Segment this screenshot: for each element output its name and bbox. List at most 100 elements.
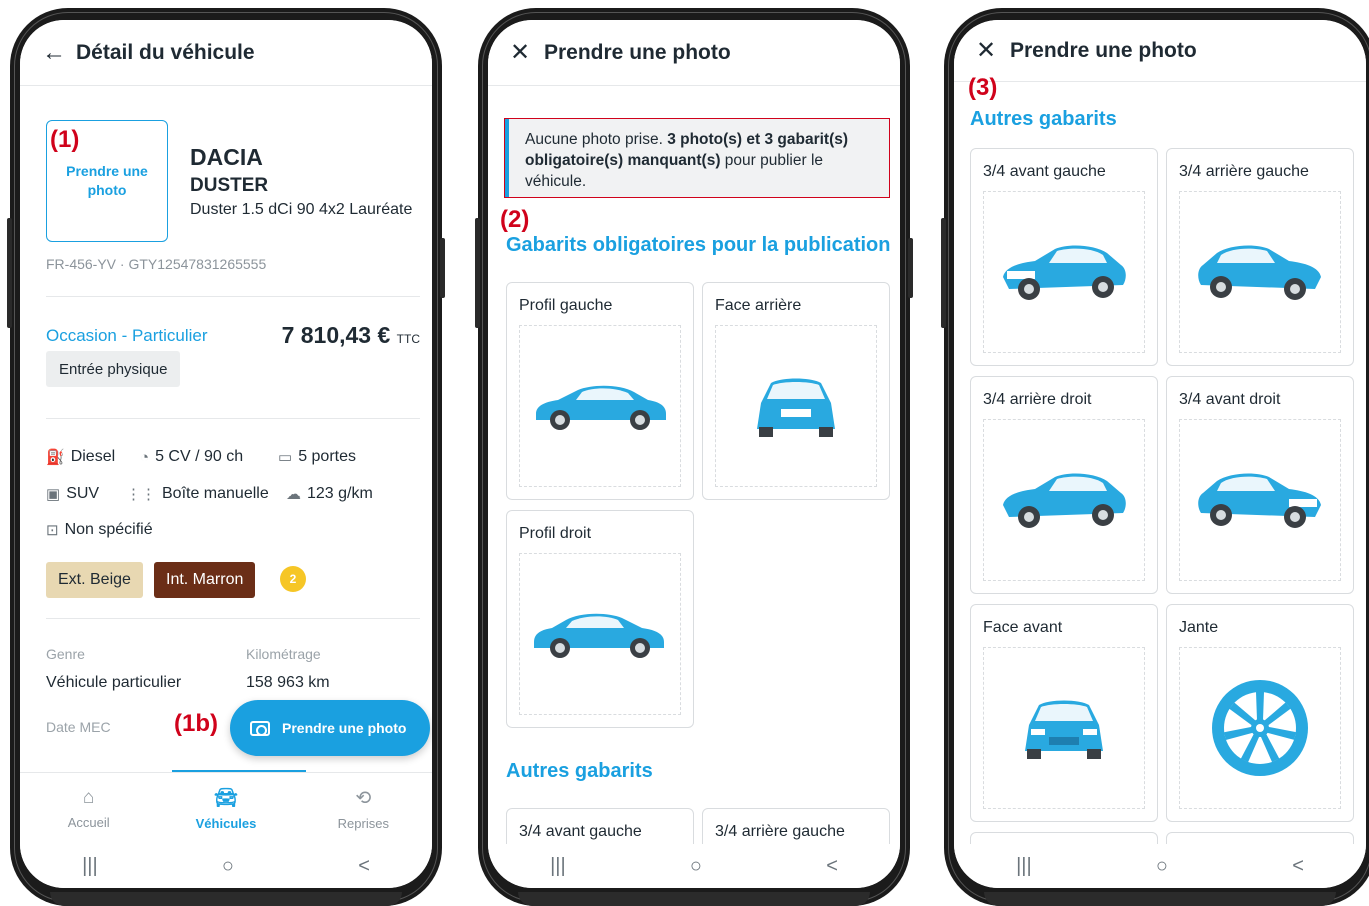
home-button-icon[interactable]: ○ [1156, 855, 1168, 878]
back-arrow-icon[interactable]: ← [42, 40, 76, 65]
spec-power: ◔ 5 CV / 90 ch [140, 448, 243, 466]
mandatory-templates-title: Gabarits obligatoires pour la publicatio… [506, 234, 891, 256]
car-side-left-icon [536, 385, 666, 430]
annotation-3: (3) [968, 74, 998, 101]
template-card-profil-gauche[interactable]: Profil gauche [506, 282, 694, 500]
template-card-label: 3/4 avant gauche [983, 163, 1106, 180]
template-card-3-4-arriere-gauche[interactable]: 3/4 arrière gauche [1166, 148, 1354, 366]
screen-take-photo-mandatory: ✕ Prendre une photo Aucune photo prise. … [488, 20, 900, 888]
template-card-label: 3/4 arrière droit [983, 391, 1092, 408]
back-button-icon[interactable]: < [358, 855, 370, 878]
close-icon[interactable]: ✕ [976, 38, 1010, 63]
price-unit: TTC [396, 332, 420, 346]
interior-color-chip: Int. Marron [154, 562, 256, 598]
vehicle-model: DUSTER [190, 175, 269, 196]
phone-bezel [50, 892, 402, 906]
divider [46, 296, 420, 297]
entry-tag: Entrée physique [46, 351, 181, 387]
template-card-label: Face arrière [715, 297, 802, 314]
photo-placeholder [1179, 647, 1341, 809]
template-card-3-4-avant-droit[interactable]: 3/4 avant droit [1166, 376, 1354, 594]
bottom-navigation: ⌂ Accueil 🚘︎ Véhicules ⟲ Reprises [20, 772, 432, 844]
photo-placeholder [983, 419, 1145, 581]
phone-bezel [518, 892, 870, 906]
side-button [7, 218, 12, 328]
template-card-label: 3/4 avant droit [1179, 391, 1281, 408]
template-card-face-arriere[interactable]: Face arrière [702, 282, 890, 500]
template-card-label: Face avant [983, 619, 1063, 636]
phone-take-photo-mandatory: ✕ Prendre une photo Aucune photo prise. … [475, 8, 913, 906]
template-card-label: 3/4 avant gauche [519, 823, 642, 840]
car-icon: 🚘︎ [213, 788, 239, 809]
genre-label: Genre [46, 646, 85, 662]
vehicle-make: DACIA [190, 144, 263, 170]
side-button [908, 238, 913, 298]
door-icon: ▭ [278, 449, 293, 466]
nav-label: Accueil [67, 815, 110, 830]
genre-value: Véhicule particulier [46, 674, 182, 691]
app-bar: ✕ Prendre une photo [954, 20, 1366, 82]
system-navigation-bar: ||| ○ < [20, 844, 432, 888]
close-icon[interactable]: ✕ [510, 40, 544, 65]
template-card-3-4-arriere-droit[interactable]: 3/4 arrière droit [970, 376, 1158, 594]
home-button-icon[interactable]: ○ [222, 855, 234, 878]
photo-placeholder [519, 553, 681, 715]
screen-take-photo-others: ✕ Prendre une photo (3) Autres gabarits … [954, 20, 1366, 888]
side-button [475, 218, 480, 328]
gauge-icon: ◔ [140, 448, 150, 466]
recent-apps-icon[interactable]: ||| [1016, 855, 1032, 878]
template-card-jante[interactable]: Jante [1166, 604, 1354, 822]
photo-placeholder [715, 325, 877, 487]
car-three-quarter-icon [1198, 245, 1321, 300]
gearbox-icon: ⋮⋮ [126, 486, 156, 503]
divider [46, 418, 420, 419]
spec-fuel: ⛽ Diesel [46, 448, 115, 466]
recent-apps-icon[interactable]: ||| [82, 855, 98, 878]
back-button-icon[interactable]: < [826, 855, 838, 878]
spec-gearbox-value: Boîte manuelle [162, 485, 269, 502]
take-photo-box-label: Prendre une photo [66, 163, 148, 198]
nav-label: Reprises [337, 815, 389, 831]
vehicle-price: 7 810,43 € TTC [282, 322, 420, 349]
spec-body: ▣ SUV [46, 485, 99, 503]
template-card-3-4-avant-gauche[interactable]: 3/4 avant gauche [970, 148, 1158, 366]
exchange-icon: ⟲ [355, 787, 372, 809]
photo-placeholder [983, 191, 1145, 353]
nav-item-accueil[interactable]: ⌂ Accueil [20, 773, 157, 844]
back-button-icon[interactable]: < [1292, 855, 1304, 878]
spec-co2-value: 123 g/km [307, 485, 373, 502]
nav-item-vehicules[interactable]: 🚘︎ Véhicules [157, 773, 294, 844]
critair-badge-icon: 2 [280, 566, 306, 592]
take-photo-fab[interactable]: Prendre une photo [230, 700, 430, 756]
alert-prefix: Aucune photo prise. [525, 131, 668, 148]
car-three-quarter-icon [1003, 245, 1126, 300]
divider [46, 618, 420, 619]
home-icon: ⌂ [82, 787, 95, 808]
price-value: 7 810,43 € [281, 322, 391, 348]
template-card-profil-droit[interactable]: Profil droit [506, 510, 694, 728]
spec-doors: ▭ 5 portes [278, 448, 356, 466]
spec-fuel-value: Diesel [70, 448, 116, 465]
template-card-label: Profil gauche [519, 297, 613, 314]
recent-apps-icon[interactable]: ||| [550, 855, 566, 878]
other-templates-title: Autres gabarits [970, 108, 1117, 130]
car-three-quarter-icon [1003, 473, 1126, 528]
mileage-label: Kilométrage [246, 646, 321, 662]
photo-placeholder [1179, 419, 1341, 581]
phone-vehicle-detail: ← Détail du véhicule Prendre une photo (… [7, 8, 445, 906]
template-card-face-avant[interactable]: Face avant [970, 604, 1158, 822]
template-card-label: 3/4 arrière gauche [1179, 163, 1309, 180]
date-label: Date MEC [46, 719, 111, 735]
spec-doors-value: 5 portes [298, 448, 356, 465]
page-title: Détail du véhicule [76, 40, 255, 64]
side-button [941, 218, 946, 328]
template-card-label: Jante [1179, 619, 1219, 636]
side-button [440, 238, 445, 298]
home-button-icon[interactable]: ○ [690, 855, 702, 878]
spec-power-value: 5 CV / 90 ch [155, 448, 244, 465]
phone-take-photo-others: ✕ Prendre une photo (3) Autres gabarits … [941, 8, 1369, 906]
photo-placeholder [519, 325, 681, 487]
fuel-pump-icon: ⛽ [46, 449, 65, 466]
screen-vehicle-detail: ← Détail du véhicule Prendre une photo (… [20, 20, 432, 888]
nav-item-reprises[interactable]: ⟲ Reprises [295, 773, 432, 844]
